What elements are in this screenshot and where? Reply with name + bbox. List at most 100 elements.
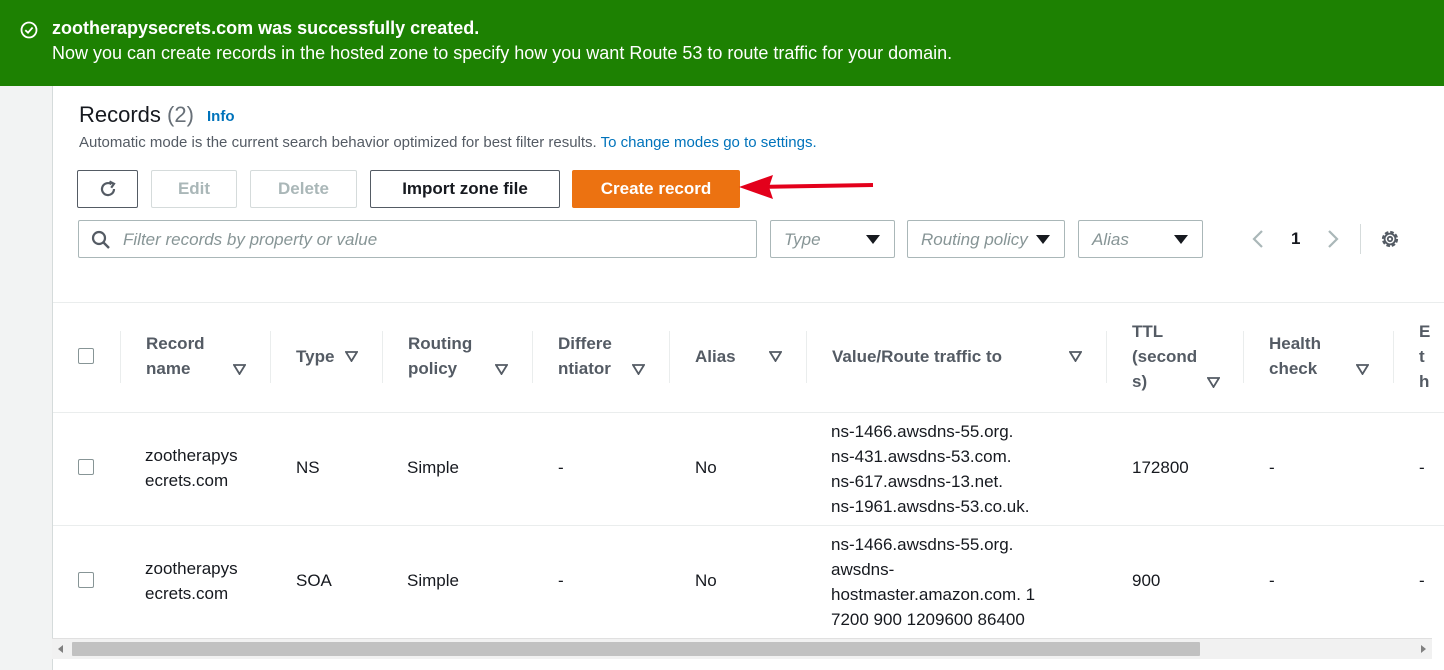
success-flashbar: zootherapysecrets.com was successfully c… <box>0 0 1444 86</box>
header-routing-policy-line2: policy <box>408 359 458 378</box>
column-divider <box>806 331 807 383</box>
record-name-line1: zootherapys <box>145 559 238 578</box>
header-cut-off-line2: t <box>1419 347 1425 366</box>
routing-policy-cell: Simple <box>407 571 459 590</box>
sort-icon[interactable] <box>1069 351 1082 362</box>
select-all-checkbox[interactable] <box>78 348 94 364</box>
header-value[interactable]: Value/Route traffic to <box>832 344 1002 369</box>
header-health-check-line1: Health <box>1269 334 1321 353</box>
routing-policy-filter-dropdown[interactable]: Routing policy <box>907 220 1065 258</box>
edit-button[interactable]: Edit <box>151 170 237 208</box>
create-record-button[interactable]: Create record <box>572 170 740 208</box>
scroll-right-icon[interactable] <box>1421 645 1426 653</box>
value-line: ns-1961.awsdns-53.co.uk. <box>831 497 1030 516</box>
alias-filter-dropdown[interactable]: Alias <box>1078 220 1203 258</box>
scroll-left-icon[interactable] <box>58 645 63 653</box>
ttl-cell: 172800 <box>1132 458 1189 477</box>
header-alias[interactable]: Alias <box>695 344 736 369</box>
value-line: hostmaster.amazon.com. 1 <box>831 585 1036 604</box>
refresh-icon <box>100 180 116 197</box>
header-routing-policy[interactable]: Routing policy <box>408 331 472 381</box>
routing-policy-filter-label: Routing policy <box>921 230 1028 249</box>
horizontal-scrollbar[interactable] <box>52 638 1432 659</box>
records-table: Record name Type Routing policy Differe … <box>53 302 1444 639</box>
alias-cell: No <box>695 458 717 477</box>
scrollbar-thumb[interactable] <box>72 642 1200 656</box>
delete-button[interactable]: Delete <box>250 170 357 208</box>
record-name-line2: ecrets.com <box>145 584 229 603</box>
differentiator-cell: - <box>558 458 564 477</box>
value-line: awsdns- <box>831 560 895 579</box>
header-differentiator[interactable]: Differe ntiator <box>558 331 612 381</box>
next-page-icon[interactable] <box>1325 229 1341 249</box>
row-checkbox[interactable] <box>78 572 94 588</box>
type-cell: SOA <box>296 571 332 590</box>
value-line: ns-1466.awsdns-55.org. <box>831 535 1014 554</box>
column-divider <box>120 331 121 383</box>
search-icon <box>91 230 110 249</box>
row-divider <box>53 525 1444 526</box>
sort-icon[interactable] <box>233 364 246 375</box>
header-cut-off-line3: h <box>1419 372 1430 391</box>
header-differentiator-line2: ntiator <box>558 359 611 378</box>
value-cell: ns-1466.awsdns-55.org. ns-431.awsdns-53.… <box>831 419 1029 519</box>
records-count: (2) <box>167 102 194 127</box>
filter-search-box[interactable] <box>78 220 757 258</box>
header-ttl-line1: TTL <box>1132 322 1164 341</box>
value-line: ns-431.awsdns-53.com. <box>831 447 1012 466</box>
type-cell: NS <box>296 458 320 477</box>
import-zone-file-button[interactable]: Import zone file <box>370 170 560 208</box>
column-divider <box>1243 331 1244 383</box>
pagination-divider <box>1360 224 1361 254</box>
description-text: Automatic mode is the current search beh… <box>79 134 597 151</box>
sort-icon[interactable] <box>345 351 358 362</box>
gear-icon[interactable] <box>1379 228 1401 250</box>
header-record-name-line2: name <box>146 359 191 378</box>
record-name-line2: ecrets.com <box>145 471 229 490</box>
filter-search-input[interactable] <box>121 227 745 253</box>
header-ttl-line2: (second <box>1132 347 1198 366</box>
header-record-name[interactable]: Record name <box>146 331 205 381</box>
record-name-cell: zootherapys ecrets.com <box>145 443 238 493</box>
health-check-cell: - <box>1269 571 1275 590</box>
check-circle-icon <box>20 21 38 39</box>
info-link[interactable]: Info <box>207 108 235 125</box>
header-routing-policy-line1: Routing <box>408 334 473 353</box>
settings-link[interactable]: To change modes go to settings. <box>601 134 817 151</box>
sort-icon[interactable] <box>1207 377 1220 388</box>
column-divider <box>1106 331 1107 383</box>
header-cut-off-column[interactable]: E t h <box>1419 319 1430 394</box>
caret-down-icon <box>1036 235 1050 244</box>
header-health-check[interactable]: Health check <box>1269 331 1321 381</box>
value-line: ns-1466.awsdns-55.org. <box>831 422 1014 441</box>
sort-icon[interactable] <box>1356 364 1369 375</box>
search-mode-description: Automatic mode is the current search beh… <box>79 134 817 151</box>
value-cell: ns-1466.awsdns-55.org. awsdns- hostmaste… <box>831 532 1035 632</box>
caret-down-icon <box>1174 235 1188 244</box>
alias-cell: No <box>695 571 717 590</box>
header-ttl-line3: s) <box>1132 372 1148 391</box>
records-panel: Records (2) Info Automatic mode is the c… <box>52 86 1444 670</box>
column-divider <box>669 331 670 383</box>
value-line: ns-617.awsdns-13.net. <box>831 472 1003 491</box>
cut-off-cell: - <box>1419 571 1425 590</box>
header-ttl[interactable]: TTL (second s) <box>1132 319 1197 394</box>
health-check-cell: - <box>1269 458 1275 477</box>
current-page-number[interactable]: 1 <box>1291 229 1300 249</box>
sort-icon[interactable] <box>495 364 508 375</box>
header-type[interactable]: Type <box>296 344 334 369</box>
sort-icon[interactable] <box>769 351 782 362</box>
column-divider <box>532 331 533 383</box>
records-heading: Records (2) <box>79 102 194 128</box>
flash-title: zootherapysecrets.com was successfully c… <box>52 18 480 38</box>
refresh-button[interactable] <box>77 170 138 208</box>
type-filter-dropdown[interactable]: Type <box>770 220 895 258</box>
row-divider <box>53 412 1444 413</box>
caret-down-icon <box>866 235 880 244</box>
record-name-line1: zootherapys <box>145 446 238 465</box>
record-name-cell: zootherapys ecrets.com <box>145 556 238 606</box>
flash-message: Now you can create records in the hosted… <box>52 43 953 63</box>
sort-icon[interactable] <box>632 364 645 375</box>
row-checkbox[interactable] <box>78 459 94 475</box>
previous-page-icon[interactable] <box>1250 229 1266 249</box>
